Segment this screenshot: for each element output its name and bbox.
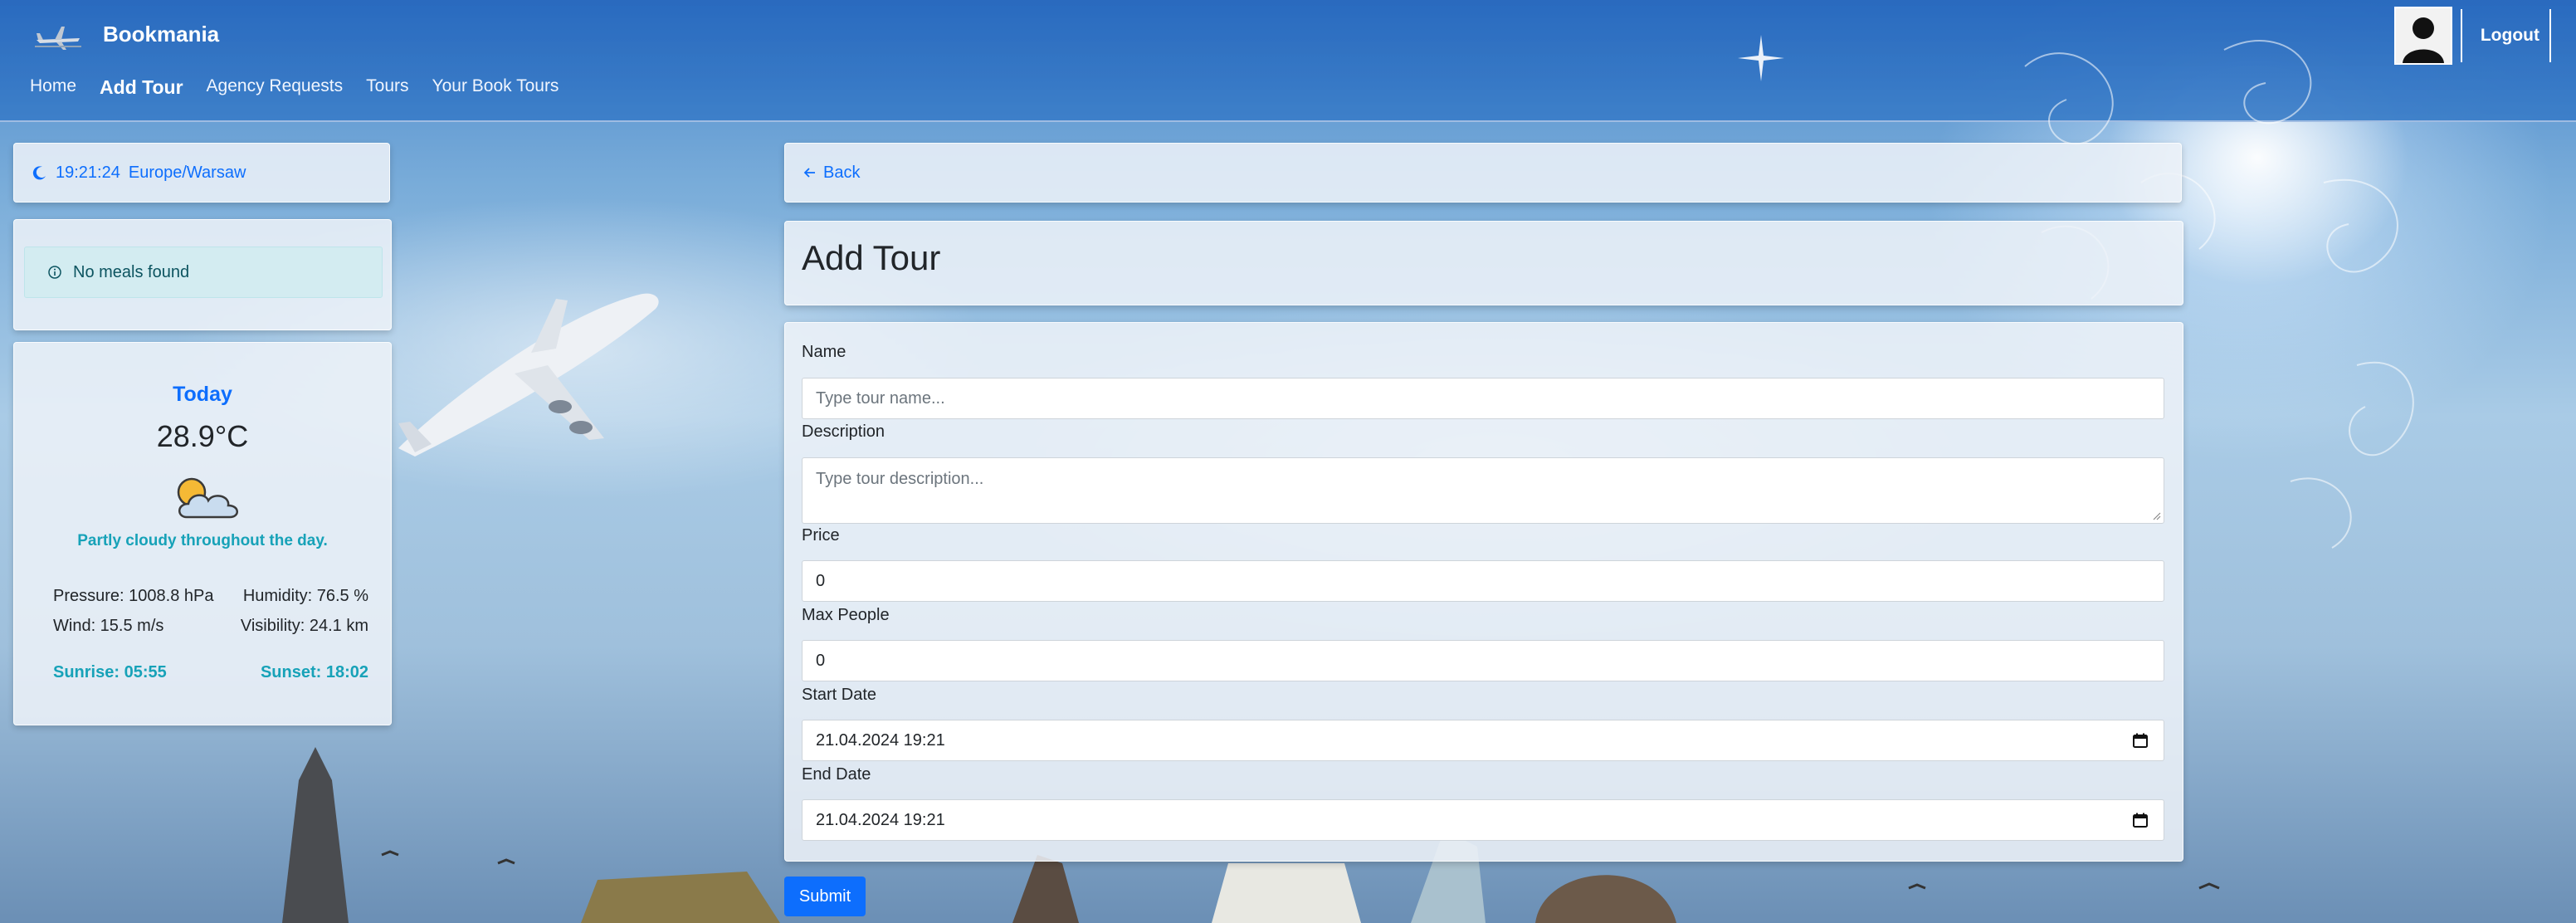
weather-row-2: Wind: 15.5 m/s Visibility: 24.1 km xyxy=(53,617,368,636)
weather-sunset: Sunset: 18:02 xyxy=(260,663,368,681)
price-input[interactable]: 0 xyxy=(802,560,2164,602)
weather-card: Today 28.9°C Partly cloudy throughout th… xyxy=(13,342,392,725)
resize-handle-icon[interactable] xyxy=(2151,510,2161,520)
description-label: Description xyxy=(802,422,886,441)
calendar-icon[interactable] xyxy=(2132,812,2149,828)
weather-sunrise: Sunrise: 05:55 xyxy=(53,663,167,681)
nav-your-book-tours[interactable]: Your Book Tours xyxy=(432,76,559,99)
nav-add-tour[interactable]: Add Tour xyxy=(100,76,183,99)
start-date-value: 21.04.2024 19:21 xyxy=(816,730,945,750)
nav-links: Home Add Tour Agency Requests Tours Your… xyxy=(30,76,559,99)
alert-text: No meals found xyxy=(73,262,190,281)
weather-description: Partly cloudy throughout the day. xyxy=(77,532,328,549)
start-date-input[interactable]: 21.04.2024 19:21 xyxy=(802,720,2164,761)
weather-visibility: Visibility: 24.1 km xyxy=(240,617,368,635)
weather-wind: Wind: 15.5 m/s xyxy=(53,617,164,635)
max-people-label: Max People xyxy=(802,606,890,624)
clock-card: 19:21:24 Europe/Warsaw xyxy=(13,143,390,203)
clock-time: 19:21:24 xyxy=(56,163,120,182)
info-circle-icon xyxy=(48,266,61,279)
calendar-icon[interactable] xyxy=(2132,732,2149,749)
divider xyxy=(2549,9,2551,62)
add-tour-form: Name Type tour name... Description Type … xyxy=(784,322,2183,862)
end-date-input[interactable]: 21.04.2024 19:21 xyxy=(802,799,2164,841)
arrow-left-icon xyxy=(803,168,815,178)
moon-icon xyxy=(32,166,46,180)
weather-day: Today xyxy=(173,383,232,406)
weather-pressure: Pressure: 1008.8 hPa xyxy=(53,587,214,605)
nav-agency-requests[interactable]: Agency Requests xyxy=(207,76,344,99)
meals-card: No meals found xyxy=(13,219,392,330)
brand[interactable]: Bookmania xyxy=(33,15,219,53)
weather-row-1: Pressure: 1008.8 hPa Humidity: 76.5 % xyxy=(53,587,368,606)
sparkle-decoration xyxy=(1738,35,1784,81)
start-date-label: Start Date xyxy=(802,686,877,704)
divider xyxy=(2460,9,2462,62)
title-card: Add Tour xyxy=(784,221,2183,305)
page-title: Add Tour xyxy=(802,238,941,277)
name-input[interactable]: Type tour name... xyxy=(802,378,2164,419)
nav-home[interactable]: Home xyxy=(30,76,76,99)
back-link[interactable]: Back xyxy=(784,143,2182,203)
airplane-decoration xyxy=(398,293,659,457)
max-people-input[interactable]: 0 xyxy=(802,640,2164,681)
end-date-value: 21.04.2024 19:21 xyxy=(816,810,945,829)
no-meals-alert: No meals found xyxy=(24,247,383,298)
partly-cloudy-icon xyxy=(177,477,238,519)
end-date-label: End Date xyxy=(802,765,871,784)
price-label: Price xyxy=(802,526,840,545)
brand-name: Bookmania xyxy=(103,21,220,46)
back-label: Back xyxy=(823,163,861,182)
clock-timezone: Europe/Warsaw xyxy=(128,163,246,182)
nav-tours[interactable]: Tours xyxy=(366,76,408,99)
weather-humidity: Humidity: 76.5 % xyxy=(242,587,368,605)
submit-button[interactable]: Submit xyxy=(784,877,866,916)
weather-sun-times: Sunrise: 05:55 Sunset: 18:02 xyxy=(53,663,368,682)
logout-link[interactable]: Logout xyxy=(2471,26,2549,46)
airplane-logo-icon xyxy=(35,27,81,50)
description-textarea[interactable]: Type tour description... xyxy=(802,457,2164,524)
weather-temperature: 28.9°C xyxy=(156,419,249,453)
description-placeholder: Type tour description... xyxy=(816,470,984,488)
name-label: Name xyxy=(802,343,846,361)
